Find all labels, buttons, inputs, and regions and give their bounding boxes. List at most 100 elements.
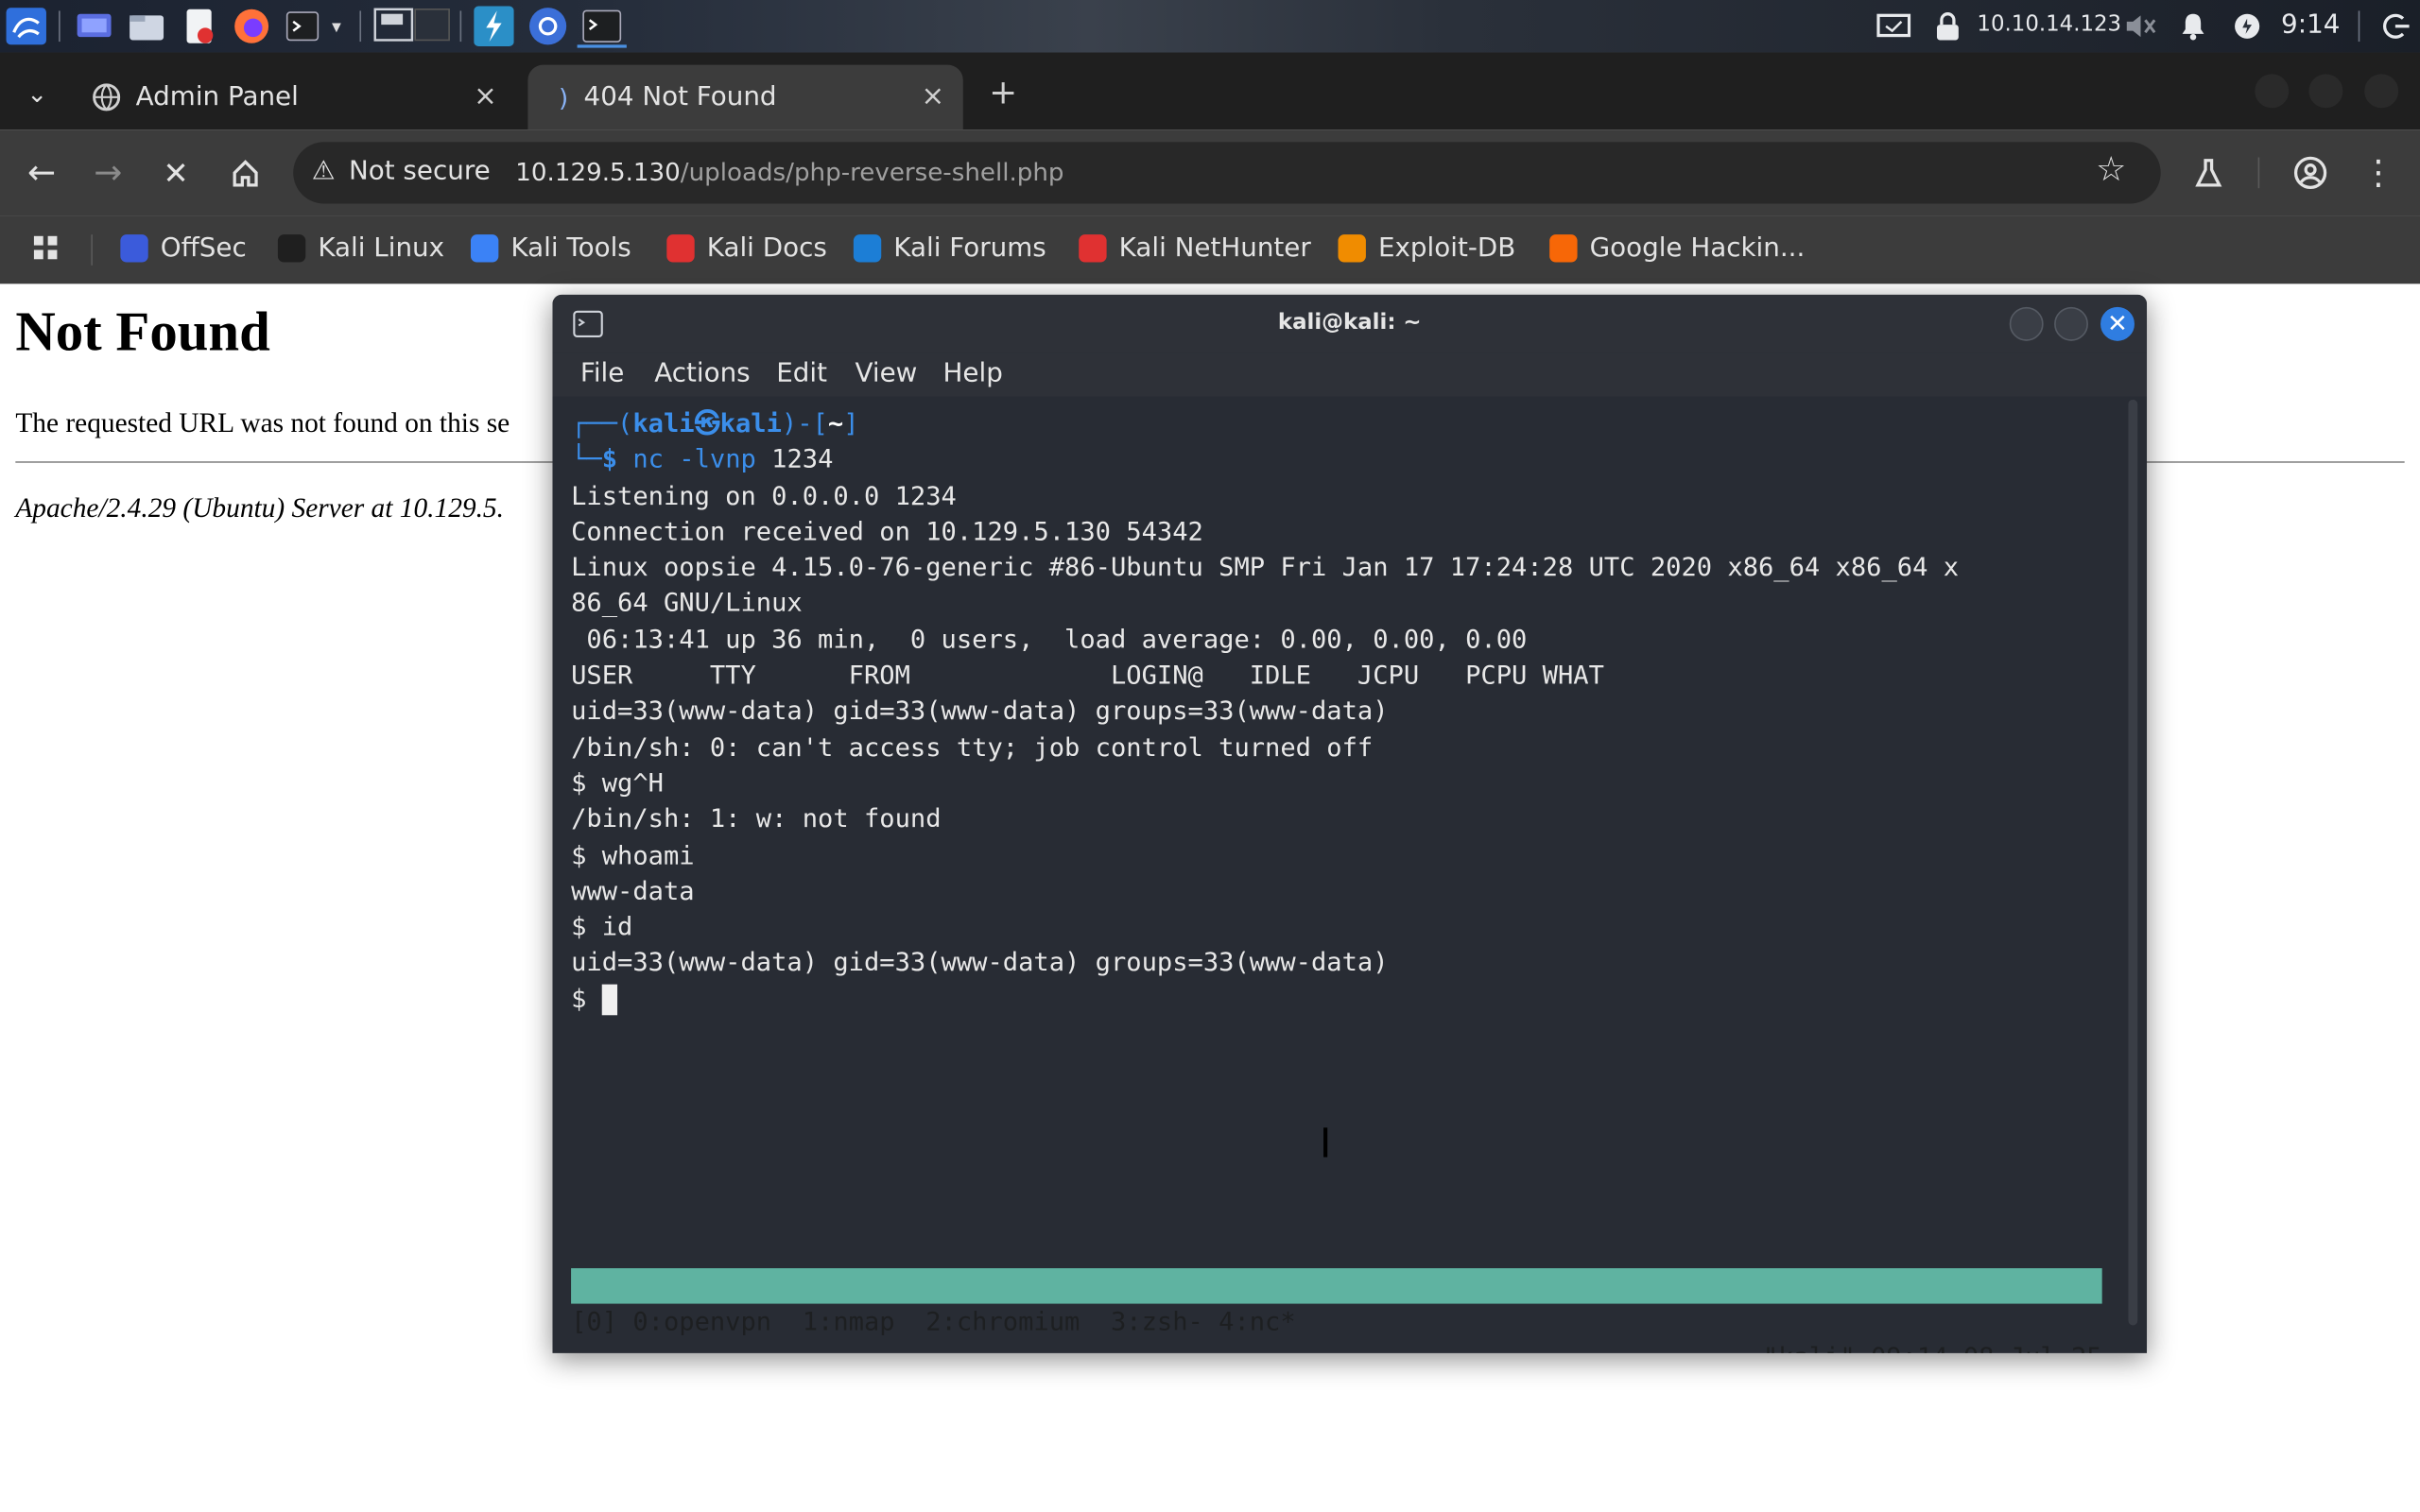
bookmark-label: Kali Tools bbox=[510, 232, 631, 265]
offsec-icon bbox=[120, 234, 148, 263]
profile-avatar-icon[interactable] bbox=[2289, 151, 2332, 195]
exploit-db-icon bbox=[1338, 234, 1366, 263]
bookmark-label: Google Hackin... bbox=[1589, 232, 1806, 265]
tmux-status-bar: [0] 0:openvpn 1:nmap 2:chromium 3:zsh- 4… bbox=[571, 1268, 2102, 1353]
prompt-host: kali bbox=[719, 408, 782, 438]
file-manager-icon[interactable] bbox=[127, 8, 166, 44]
menu-edit[interactable]: Edit bbox=[776, 358, 827, 389]
bolt-app-icon[interactable] bbox=[473, 6, 516, 46]
bookmark-kali-forums[interactable]: Kali Forums bbox=[853, 227, 1046, 270]
chevron-down-icon[interactable]: ▾ bbox=[324, 8, 349, 44]
terminal-output[interactable]: ┌──(kali㉿kali)-[~] └─$ nc -lvnp 1234 Lis… bbox=[571, 405, 2115, 1017]
address-bar[interactable]: ⚠ Not secure 10.129.5.130/uploads/php-re… bbox=[293, 142, 2161, 204]
tab-admin-panel[interactable]: Admin Panel × bbox=[74, 65, 515, 130]
tmux-status-right: "kali" 09:14 08-Jul-25 bbox=[1763, 1339, 2102, 1352]
prompt-user: kali bbox=[632, 408, 695, 438]
output-line: $ wg^H bbox=[571, 768, 664, 799]
tab-search-chevron-icon[interactable]: ⌄ bbox=[15, 71, 59, 114]
security-status[interactable]: Not secure bbox=[349, 156, 491, 187]
output-line: www-data bbox=[571, 876, 695, 906]
prompt-at-symbol: ㉿ bbox=[694, 408, 720, 438]
workspace-switcher[interactable] bbox=[371, 8, 454, 44]
display-icon[interactable] bbox=[1874, 8, 1913, 44]
command: nc -lvnp bbox=[632, 444, 756, 474]
logout-icon[interactable] bbox=[2377, 8, 2413, 44]
current-prompt[interactable]: $ bbox=[571, 981, 2115, 1017]
bookmark-google-hacking[interactable]: Google Hackin... bbox=[1549, 227, 1805, 270]
panel-separator bbox=[59, 10, 60, 43]
clock[interactable]: 9:14 bbox=[2281, 9, 2340, 41]
ghdb-icon bbox=[1549, 234, 1578, 263]
terminal-taskbar-icon[interactable] bbox=[577, 8, 627, 48]
bookmarks-separator bbox=[91, 234, 93, 266]
bookmark-exploit-db[interactable]: Exploit-DB bbox=[1338, 227, 1516, 270]
back-arrow-icon[interactable]: ← bbox=[20, 151, 63, 195]
menu-view[interactable]: View bbox=[855, 358, 917, 389]
browser-close-button[interactable] bbox=[2364, 74, 2399, 109]
bookmark-kali-linux[interactable]: Kali Linux bbox=[277, 227, 445, 270]
browser-tab-strip: ⌄ Admin Panel × ) 404 Not Found × + bbox=[0, 52, 2420, 130]
terminal-scrollbar[interactable] bbox=[2128, 399, 2138, 1326]
toolbar-separator bbox=[2257, 157, 2260, 189]
more-menu-icon[interactable]: ⋮ bbox=[2357, 151, 2400, 195]
panel-separator bbox=[459, 10, 462, 43]
vpn-ip-address: 10.10.14.123 bbox=[1977, 12, 2122, 38]
url-text[interactable]: 10.129.5.130/uploads/php-reverse-shell.p… bbox=[515, 158, 1063, 187]
terminal-minimize-button[interactable] bbox=[2009, 306, 2044, 341]
home-icon[interactable] bbox=[224, 151, 268, 195]
chromium-taskbar-icon[interactable] bbox=[527, 8, 570, 45]
close-tab-icon[interactable]: × bbox=[922, 80, 945, 112]
show-desktop-icon[interactable] bbox=[74, 8, 113, 44]
vpn-lock-icon[interactable] bbox=[1930, 8, 1964, 44]
bookmark-kali-tools[interactable]: Kali Tools bbox=[470, 227, 631, 270]
top-panel: ▾ 10.10.14.123 9:14 bbox=[0, 0, 2420, 53]
tmux-window-list[interactable]: [0] 0:openvpn 1:nmap 2:chromium 3:zsh- 4… bbox=[571, 1304, 1296, 1340]
menu-actions[interactable]: Actions bbox=[654, 358, 750, 389]
tab-404-not-found[interactable]: ) 404 Not Found × bbox=[527, 64, 963, 130]
bookmark-kali-docs[interactable]: Kali Docs bbox=[666, 227, 827, 270]
bookmarks-bar: OffSec Kali Linux Kali Tools Kali Docs K… bbox=[0, 215, 2420, 284]
warning-icon: ⚠ bbox=[311, 155, 336, 187]
bookmark-offsec[interactable]: OffSec bbox=[120, 227, 247, 270]
url-path: /uploads/php-reverse-shell.php bbox=[680, 157, 1064, 187]
browser-maximize-button[interactable] bbox=[2308, 74, 2343, 109]
terminal-close-button[interactable]: ✕ bbox=[2100, 306, 2135, 341]
page-heading: Not Found bbox=[15, 301, 270, 363]
terminal-title: kali@kali: ~ bbox=[1277, 310, 1422, 335]
kali-tools-icon bbox=[470, 234, 499, 263]
bookmark-kali-nethunter[interactable]: Kali NetHunter bbox=[1079, 227, 1311, 270]
browser-minimize-button[interactable] bbox=[2255, 74, 2290, 109]
new-tab-button[interactable]: + bbox=[981, 71, 1025, 114]
output-line: Linux oopsie 4.15.0-76-generic #86-Ubunt… bbox=[571, 552, 1960, 582]
notifications-bell-icon[interactable] bbox=[2176, 8, 2210, 44]
close-tab-icon[interactable]: × bbox=[474, 80, 497, 112]
firefox-icon[interactable] bbox=[232, 8, 271, 44]
bookmark-label: Kali NetHunter bbox=[1118, 232, 1311, 265]
labs-flask-icon[interactable] bbox=[2187, 151, 2230, 195]
output-line: $ id bbox=[571, 912, 633, 942]
terminal-window[interactable]: kali@kali: ~ ✕ File Actions Edit View He… bbox=[552, 294, 2148, 1353]
kali-menu-icon[interactable] bbox=[5, 8, 48, 45]
tab-title: 404 Not Found bbox=[583, 81, 777, 113]
terminal-maximize-button[interactable] bbox=[2054, 306, 2088, 341]
stop-loading-icon[interactable]: ✕ bbox=[154, 151, 198, 195]
terminal-launcher-icon[interactable] bbox=[284, 8, 320, 44]
bookmark-label: Kali Linux bbox=[318, 232, 445, 265]
text-editor-icon[interactable] bbox=[179, 8, 218, 44]
bookmark-label: Exploit-DB bbox=[1377, 232, 1516, 265]
error-message: The requested URL was not found on this … bbox=[15, 407, 510, 438]
loading-spinner-icon: ) bbox=[559, 82, 569, 112]
menu-help[interactable]: Help bbox=[943, 358, 1003, 389]
forward-arrow-icon[interactable]: → bbox=[86, 151, 130, 195]
power-manager-icon[interactable] bbox=[2229, 8, 2266, 44]
prompt-line-2: └─$ nc -lvnp 1234 bbox=[571, 444, 834, 474]
output-line: uid=33(www-data) gid=33(www-data) groups… bbox=[571, 696, 1389, 726]
volume-muted-icon[interactable] bbox=[2120, 8, 2160, 44]
menu-file[interactable]: File bbox=[580, 358, 624, 389]
apps-grid-icon[interactable] bbox=[31, 227, 62, 270]
bookmark-star-icon[interactable]: ☆ bbox=[2096, 151, 2126, 190]
output-line: 86_64 GNU/Linux bbox=[571, 588, 803, 618]
bookmark-label: Kali Docs bbox=[706, 232, 827, 265]
terminal-titlebar[interactable]: kali@kali: ~ ✕ bbox=[552, 294, 2148, 353]
terminal-menubar: File Actions Edit View Help bbox=[552, 352, 2148, 397]
